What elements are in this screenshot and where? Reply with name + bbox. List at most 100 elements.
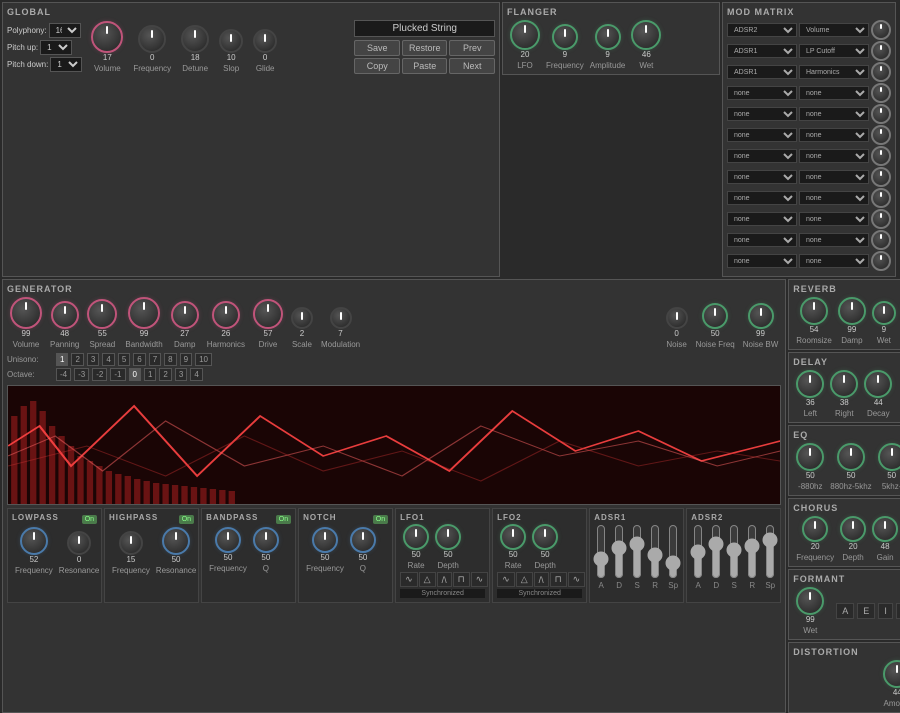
octave-btn-2[interactable]: 2 <box>159 368 171 381</box>
unison-btn-9[interactable]: 9 <box>180 353 192 366</box>
lowpass-on[interactable]: On <box>82 515 97 524</box>
flanger-amplitude-knob[interactable]: 9 Amplitude <box>590 24 626 70</box>
lfo2-wave-sq[interactable]: ⊓ <box>550 572 567 587</box>
mod-src-1[interactable]: ADSR1 <box>727 44 797 58</box>
octave-btn--1[interactable]: -1 <box>110 368 125 381</box>
notch-freq-knob[interactable]: 50 Frequency <box>306 527 344 573</box>
lfo1-depth-knob[interactable]: 50 Depth <box>435 524 461 570</box>
mod-src-10[interactable]: none <box>727 233 797 247</box>
mod-dst-6[interactable]: none <box>799 149 869 163</box>
adsr1-release[interactable]: R <box>648 524 662 594</box>
unison-btn-3[interactable]: 3 <box>87 353 99 366</box>
mod-knob-3[interactable] <box>871 83 891 103</box>
adsr1-sustain[interactable]: S <box>630 524 644 594</box>
flanger-wet-knob[interactable]: 46 Wet <box>631 20 661 70</box>
unison-btn-5[interactable]: 5 <box>118 353 130 366</box>
octave-btn--3[interactable]: -3 <box>74 368 89 381</box>
chorus-depth-knob[interactable]: 20 Depth <box>840 516 866 562</box>
notch-on[interactable]: On <box>373 515 388 524</box>
lfo2-wave-rnd[interactable]: ∿ <box>568 572 586 587</box>
pitch-down-select[interactable]: 1 <box>50 57 82 72</box>
pitch-up-select[interactable]: 1 <box>40 40 72 55</box>
mod-src-5[interactable]: none <box>727 128 797 142</box>
unison-btn-8[interactable]: 8 <box>164 353 176 366</box>
mod-src-4[interactable]: none <box>727 107 797 121</box>
highpass-freq-knob[interactable]: 15 Frequency <box>112 531 150 575</box>
global-detune-knob[interactable]: 18 Detune <box>181 25 209 73</box>
notch-q-knob[interactable]: 50 Q <box>350 527 376 573</box>
bandpass-q-knob[interactable]: 50 Q <box>253 527 279 573</box>
eq-high-knob[interactable]: 50 5khz- <box>878 443 900 491</box>
lfo2-depth-knob[interactable]: 50 Depth <box>532 524 558 570</box>
mod-knob-10[interactable] <box>871 230 891 250</box>
gen-modulation-knob[interactable]: 7 Modulation <box>321 307 360 349</box>
eq-low-knob[interactable]: 50 -880hz <box>796 443 824 491</box>
mod-src-6[interactable]: none <box>727 149 797 163</box>
global-slop-knob[interactable]: 10 Slop <box>219 29 243 73</box>
bandpass-on[interactable]: On <box>276 515 291 524</box>
restore-button[interactable]: Restore <box>402 40 448 56</box>
save-button[interactable]: Save <box>354 40 400 56</box>
highpass-res-knob[interactable]: 50 Resonance <box>156 527 196 575</box>
gen-scale-knob[interactable]: 2 Scale <box>291 307 313 349</box>
octave-btn-0[interactable]: 0 <box>129 368 141 381</box>
delay-decay-knob[interactable]: 44 Decay <box>864 370 892 418</box>
mod-src-11[interactable]: none <box>727 254 797 268</box>
unison-btn-6[interactable]: 6 <box>133 353 145 366</box>
paste-button[interactable]: Paste <box>402 58 448 74</box>
gen-panning-knob[interactable]: 48 Panning <box>50 301 79 349</box>
gen-spread-knob[interactable]: 55 Spread <box>87 299 117 349</box>
adsr1-decay[interactable]: D <box>612 524 626 594</box>
mod-dst-10[interactable]: none <box>799 233 869 247</box>
octave-btn--2[interactable]: -2 <box>92 368 107 381</box>
gen-volume-knob[interactable]: 99 Volume <box>10 297 42 349</box>
copy-button[interactable]: Copy <box>354 58 400 74</box>
lfo2-wave-tri[interactable]: △ <box>516 572 533 587</box>
unison-btn-1[interactable]: 1 <box>56 353 68 366</box>
octave-btn-3[interactable]: 3 <box>175 368 187 381</box>
bandpass-freq-knob[interactable]: 50 Frequency <box>209 527 247 573</box>
adsr1-attack[interactable]: A <box>594 524 608 594</box>
reverb-damp-knob[interactable]: 99 Damp <box>838 297 866 345</box>
gen-harmonics-knob[interactable]: 26 Harmonics <box>207 301 245 349</box>
gen-drive-knob[interactable]: 57 Drive <box>253 299 283 349</box>
mod-knob-1[interactable] <box>871 41 891 61</box>
mod-dst-7[interactable]: none <box>799 170 869 184</box>
mod-dst-5[interactable]: none <box>799 128 869 142</box>
gen-noise-knob[interactable]: 0 Noise <box>666 307 688 349</box>
delay-right-knob[interactable]: 38 Right <box>830 370 858 418</box>
vowel-o[interactable]: O <box>896 603 900 619</box>
mod-src-7[interactable]: none <box>727 170 797 184</box>
chorus-gain-knob[interactable]: 48 Gain <box>872 516 898 562</box>
octave-btn-1[interactable]: 1 <box>144 368 156 381</box>
lfo1-wave-sq[interactable]: ⊓ <box>453 572 470 587</box>
unison-btn-2[interactable]: 2 <box>71 353 83 366</box>
lfo1-wave-saw[interactable]: /\ <box>437 572 452 587</box>
mod-knob-8[interactable] <box>871 188 891 208</box>
mod-src-9[interactable]: none <box>727 212 797 226</box>
flanger-frequency-knob[interactable]: 9 Frequency <box>546 24 584 70</box>
next-button[interactable]: Next <box>449 58 495 74</box>
mod-dst-11[interactable]: none <box>799 254 869 268</box>
gen-noise-bw-knob[interactable]: 99 Noise BW <box>743 303 779 349</box>
adsr2-attack[interactable]: A <box>691 524 705 594</box>
lfo2-rate-knob[interactable]: 50 Rate <box>500 524 526 570</box>
mod-src-8[interactable]: none <box>727 191 797 205</box>
adsr2-sp[interactable]: Sp <box>763 524 777 594</box>
reverb-roomsize-knob[interactable]: 54 Roomsize <box>796 297 832 345</box>
global-volume-knob[interactable]: 17 Volume <box>91 21 123 73</box>
mod-dst-1[interactable]: LP Cutoff <box>799 44 869 58</box>
mod-dst-9[interactable]: none <box>799 212 869 226</box>
lowpass-res-knob[interactable]: 0 Resonance <box>59 531 99 575</box>
unison-btn-7[interactable]: 7 <box>149 353 161 366</box>
adsr2-decay[interactable]: D <box>709 524 723 594</box>
mod-src-0[interactable]: ADSR2 <box>727 23 797 37</box>
lfo1-wave-rnd[interactable]: ∿ <box>471 572 489 587</box>
lfo1-wave-sin[interactable]: ∿ <box>400 572 418 587</box>
adsr2-sustain[interactable]: S <box>727 524 741 594</box>
lowpass-freq-knob[interactable]: 52 Frequency <box>15 527 53 575</box>
mod-knob-0[interactable] <box>871 20 891 40</box>
vowel-a[interactable]: A <box>836 603 854 619</box>
vowel-i[interactable]: I <box>878 603 893 619</box>
unison-btn-10[interactable]: 10 <box>195 353 212 366</box>
